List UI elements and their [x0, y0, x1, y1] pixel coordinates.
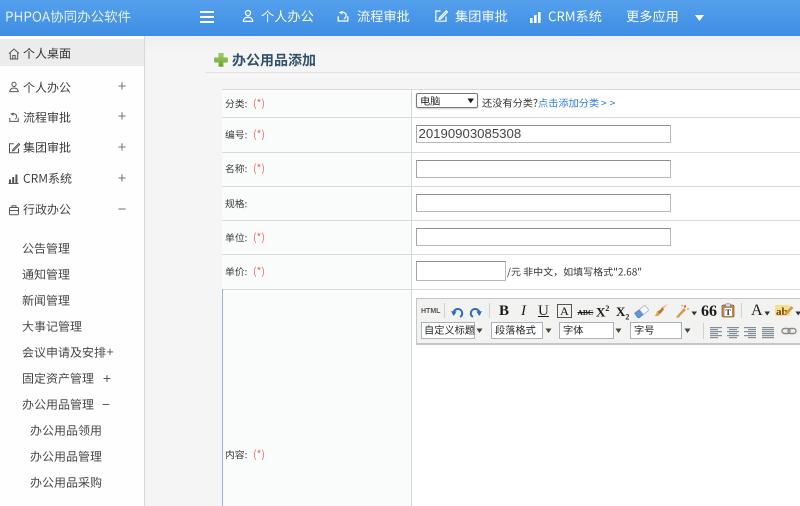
svg-text:T: T	[726, 308, 732, 317]
